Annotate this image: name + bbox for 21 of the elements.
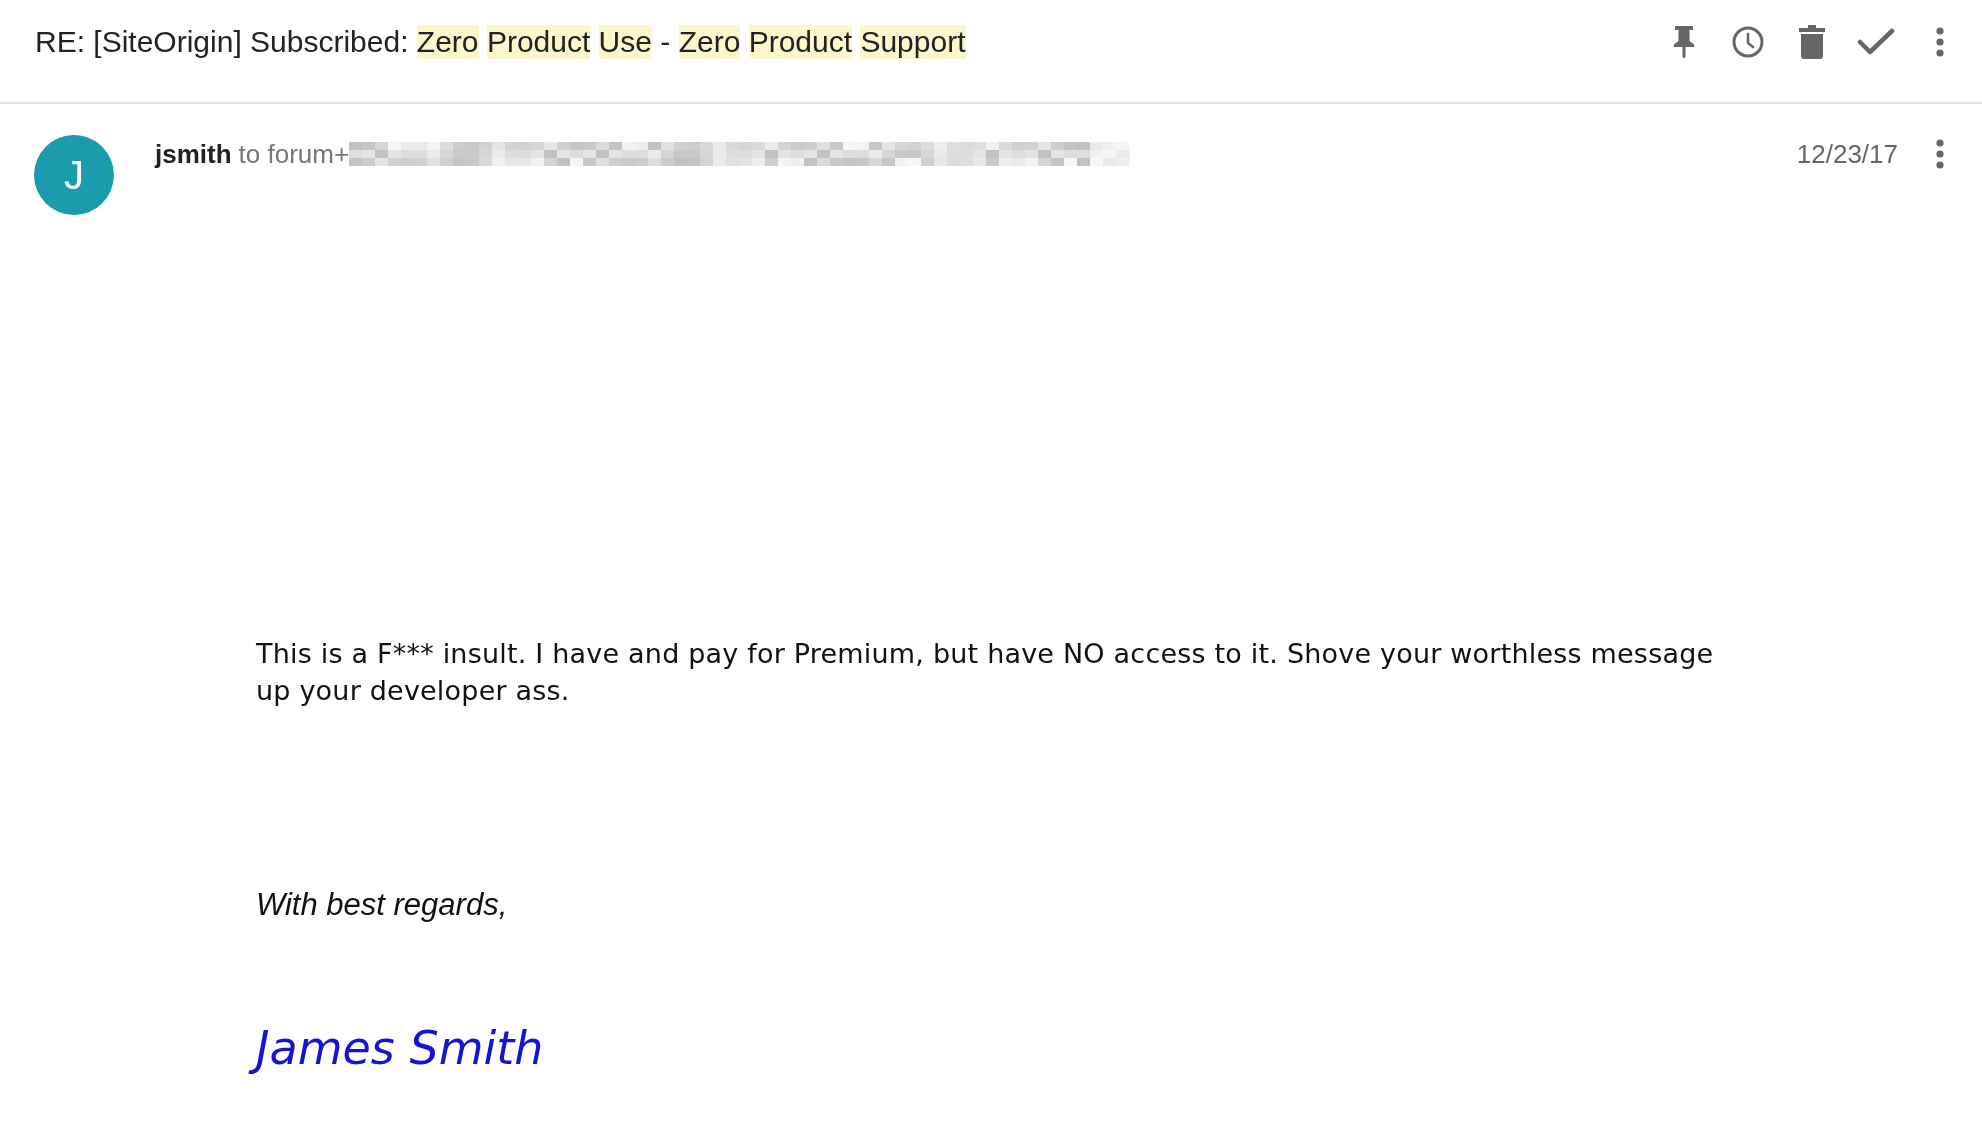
subject-text: - [660,25,671,59]
highlighted-search-term: Product [486,25,591,59]
signature-text: James Smith [246,1017,550,1079]
message-body: This is a F*** insult. I have and pay for Premium, but have NO access to it. Shove your worthless message up your developer ass. [256,637,1715,708]
subject-text: RE: [SiteOrigin] Subscribed: [35,25,409,59]
highlighted-search-term: Zero [416,25,479,59]
more-vertical-icon [1936,27,1944,57]
highlighted-search-term: Use [598,25,652,59]
checkmark-icon [1857,28,1895,56]
sender-name: jsmith [155,138,232,170]
more-vertical-icon [1936,139,1944,169]
clock-icon [1732,26,1764,58]
highlighted-search-term: Support [860,25,966,59]
highlighted-search-term: Zero [678,25,741,59]
message-date: 12/23/17 [1796,138,1898,171]
trash-icon [1799,25,1825,59]
highlighted-search-term: Product [748,25,853,59]
closing-text: With best regards, [256,887,508,923]
pin-icon [1673,26,1695,58]
avatar: J [34,135,114,215]
recipient-text: to forum+ [238,138,350,170]
